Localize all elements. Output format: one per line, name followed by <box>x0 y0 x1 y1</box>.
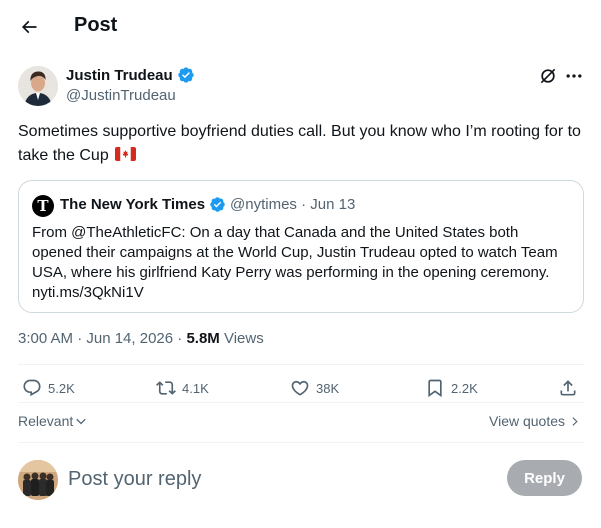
chevron-down-icon <box>76 418 86 425</box>
quoted-tweet-meta: @nytimes · Jun 13 <box>230 196 355 213</box>
sort-replies-dropdown[interactable]: Relevant <box>18 413 87 429</box>
verified-badge-icon <box>210 197 225 212</box>
heart-icon <box>291 380 309 396</box>
views-count: 5.8M <box>186 330 220 347</box>
more-options-icon[interactable] <box>564 66 584 86</box>
view-quotes-label[interactable]: View quotes <box>489 413 565 429</box>
sort-label[interactable]: Relevant <box>18 413 73 429</box>
tweet-text: Sometimes supportive boyfriend duties ca… <box>18 120 588 168</box>
meta-separator: · <box>301 196 307 213</box>
bookmark-button[interactable]: 2.2K <box>425 378 478 398</box>
reply-button[interactable]: 5.2K <box>22 378 75 398</box>
share-icon <box>560 380 576 396</box>
reply-submit-button[interactable]: Reply <box>507 460 582 496</box>
grok-icon[interactable] <box>538 66 558 86</box>
quoted-author-name[interactable]: The New York Times <box>60 196 226 213</box>
quoted-tweet-date[interactable]: Jun 13 <box>310 196 355 213</box>
views-label: Views <box>219 330 264 347</box>
like-count: 38K <box>316 380 340 396</box>
view-quotes-link[interactable]: View quotes <box>489 413 580 429</box>
page-title: Post <box>74 14 118 36</box>
repost-icon <box>156 381 176 395</box>
author-handle[interactable]: @JustinTrudeau <box>66 87 176 104</box>
tweet-text-content: Sometimes supportive boyfriend duties ca… <box>18 123 581 164</box>
tweet-actions-bar: 5.2K 4.1K 38K 2.2K <box>18 378 584 402</box>
reply-input[interactable] <box>68 464 488 494</box>
nytimes-logo-avatar[interactable]: T <box>32 195 54 217</box>
chevron-right-icon <box>572 416 578 426</box>
divider <box>18 364 584 365</box>
user-avatar[interactable] <box>18 460 58 500</box>
canada-flag-emoji <box>115 147 137 161</box>
divider <box>18 402 584 403</box>
quoted-author-handle[interactable]: @nytimes <box>230 196 297 213</box>
verified-badge-icon <box>178 67 194 83</box>
quoted-tweet-card[interactable]: T The New York Times @nytimes · Jun 13 F… <box>18 180 584 313</box>
reply-icon <box>23 379 41 397</box>
repost-button[interactable]: 4.1K <box>156 378 209 398</box>
repost-count: 4.1K <box>182 380 209 396</box>
divider <box>18 442 584 443</box>
top-bar: Post <box>0 0 601 54</box>
author-avatar[interactable] <box>18 66 58 106</box>
author-name-text[interactable]: Justin Trudeau <box>66 67 173 84</box>
tweet-time-date[interactable]: 3:00 AM · Jun 14, 2026 · <box>18 330 186 347</box>
quoted-tweet-text: From @TheAthleticFC: On a day that Canad… <box>32 224 558 301</box>
bookmark-count: 2.2K <box>451 380 478 396</box>
back-arrow-icon[interactable] <box>16 14 42 40</box>
share-button[interactable] <box>558 378 578 398</box>
tweet-timestamp: 3:00 AM · Jun 14, 2026 · 5.8M Views <box>18 330 264 347</box>
quoted-author-name-text[interactable]: The New York Times <box>60 196 205 213</box>
reply-count: 5.2K <box>48 380 75 396</box>
like-button[interactable]: 38K <box>290 378 339 398</box>
author-name[interactable]: Justin Trudeau <box>66 66 195 84</box>
bookmark-icon <box>428 379 442 398</box>
